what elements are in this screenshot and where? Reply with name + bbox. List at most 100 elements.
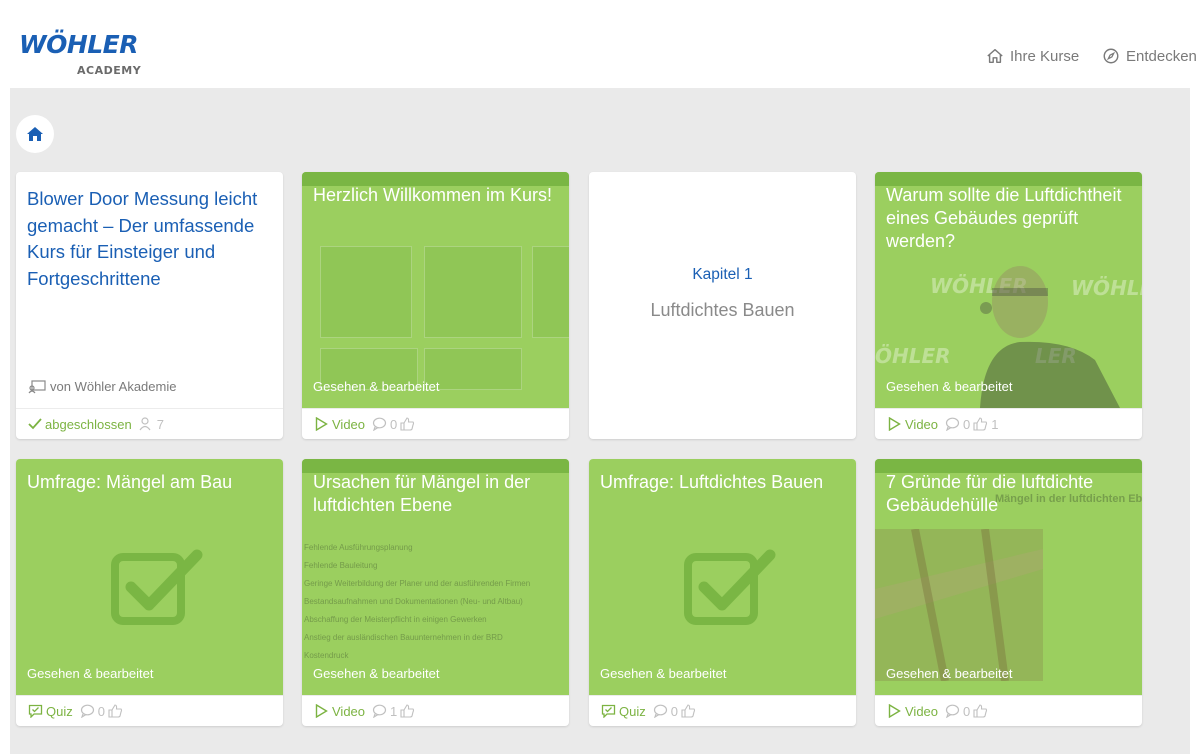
users-icon <box>139 417 154 431</box>
ghost-text: Abschaffung der Meisterpflicht in einige… <box>304 615 487 624</box>
comment-count: 0 <box>97 703 105 719</box>
course-intro-footer: abgeschlossen 7 <box>16 408 283 439</box>
quiz-icon <box>601 704 616 718</box>
chapter-card[interactable]: Kapitel 1 Luftdichtes Bauen <box>589 172 856 439</box>
comment-count: 1 <box>390 703 398 719</box>
course-content: Blower Door Messung leicht gemacht – Der… <box>10 88 1190 754</box>
comment-icon[interactable] <box>945 417 960 431</box>
lesson-card-welcome[interactable]: Herzlich Willkommen im Kurs! Gesehen & b… <box>302 172 569 439</box>
nav-discover[interactable]: Entdecken <box>1102 47 1197 65</box>
course-author: von Wöhler Akademie <box>28 379 176 394</box>
ghost-text: Fehlende Bauleitung <box>304 561 378 570</box>
ghost-text: Bestandsaufnahmen und Dokumentationen (N… <box>304 597 523 606</box>
lesson-footer: Video 0 1 <box>875 408 1142 439</box>
lesson-thumbnail: WÖHLER WÖHLER ÖHLER LER Warum sollte die… <box>875 172 1142 408</box>
nav-courses[interactable]: Ihre Kurse <box>986 47 1079 65</box>
like-count: 1 <box>991 416 999 432</box>
lesson-card-causes[interactable]: Fehlende Ausführungsplanung Fehlende Bau… <box>302 459 569 726</box>
lesson-footer: Video 0 <box>302 408 569 439</box>
lesson-thumbnail: Herzlich Willkommen im Kurs! Gesehen & b… <box>302 172 569 408</box>
lesson-title: Ursachen für Mängel in der luftdichten E… <box>313 472 531 515</box>
thumbs-up-icon[interactable] <box>973 704 988 718</box>
large-check-icon <box>684 549 776 625</box>
check-icon <box>28 418 42 430</box>
watermark-text: ÖHLER <box>875 344 951 368</box>
seen-label: Gesehen & bearbeitet <box>313 379 440 394</box>
lesson-type: Video <box>905 703 939 719</box>
lesson-type: Quiz <box>46 703 73 719</box>
thumbs-up-icon[interactable] <box>400 417 415 431</box>
quiz-card-airtight-building[interactable]: Umfrage: Luftdichtes Bauen Gesehen & bea… <box>589 459 856 726</box>
comment-count: 0 <box>670 703 678 719</box>
lesson-footer: Video 1 <box>302 695 569 726</box>
lesson-type: Video <box>332 703 366 719</box>
chapter-name: Luftdichtes Bauen <box>650 300 795 320</box>
large-check-icon <box>111 549 203 625</box>
lesson-card-seven-reasons[interactable]: Mängel in der luftdichten Ebene- Ursache… <box>875 459 1142 726</box>
seen-label: Gesehen & bearbeitet <box>886 666 1013 681</box>
lesson-footer: Quiz 0 <box>589 695 856 726</box>
quiz-icon <box>28 704 43 718</box>
chapter-label: Kapitel 1 <box>692 266 753 283</box>
brand-sub: ACADEMY <box>77 64 142 77</box>
lesson-thumbnail: Umfrage: Mängel am Bau Gesehen & bearbei… <box>16 459 283 695</box>
nav-discover-label: Entdecken <box>1126 47 1197 65</box>
completed-status: abgeschlossen <box>45 416 132 432</box>
roof-photo <box>875 529 1043 681</box>
comment-icon[interactable] <box>945 704 960 718</box>
seen-label: Gesehen & bearbeitet <box>886 379 1013 394</box>
compass-icon <box>1103 48 1119 64</box>
lesson-footer: Quiz 0 <box>16 695 283 726</box>
lesson-type: Video <box>332 416 366 432</box>
lesson-type: Video <box>905 416 939 432</box>
thumbs-up-icon[interactable] <box>973 417 988 431</box>
thumbs-up-icon[interactable] <box>400 704 415 718</box>
thumbs-up-icon[interactable] <box>108 704 123 718</box>
quiz-card-defects[interactable]: Umfrage: Mängel am Bau Gesehen & bearbei… <box>16 459 283 726</box>
comment-icon[interactable] <box>653 704 668 718</box>
home-icon <box>27 127 43 141</box>
comment-count: 0 <box>390 416 398 432</box>
course-intro-body: Blower Door Messung leicht gemacht – Der… <box>16 172 283 408</box>
teacher-icon <box>28 379 46 393</box>
thumbnail-ghost <box>532 246 569 338</box>
header: WÖHLER ACADEMY Ihre Kurse Entdecken <box>0 0 1200 88</box>
lesson-thumbnail: Fehlende Ausführungsplanung Fehlende Bau… <box>302 459 569 695</box>
play-icon <box>314 417 329 431</box>
course-title: Blower Door Messung leicht gemacht – Der… <box>27 188 258 289</box>
seen-label: Gesehen & bearbeitet <box>27 666 154 681</box>
play-icon <box>314 704 329 718</box>
ghost-text: Kostendruck <box>304 651 349 660</box>
thumbnail-ghost <box>320 246 412 338</box>
lesson-footer: Video 0 <box>875 695 1142 726</box>
lesson-title: Umfrage: Luftdichtes Bauen <box>600 472 824 492</box>
lesson-title: Umfrage: Mängel am Bau <box>27 472 233 492</box>
lesson-type: Quiz <box>619 703 646 719</box>
comment-count: 0 <box>963 703 971 719</box>
ghost-text: Fehlende Ausführungsplanung <box>304 543 413 552</box>
ghost-text: Geringe Weiterbildung der Planer und der… <box>304 579 531 588</box>
home-outline-icon <box>987 48 1003 64</box>
lesson-title: Warum sollte die Luftdichtheit eines Geb… <box>886 185 1122 251</box>
participants-count: 7 <box>156 416 164 432</box>
nav-courses-label: Ihre Kurse <box>1010 47 1080 65</box>
course-author-label: von Wöhler Akademie <box>50 379 177 394</box>
seen-label: Gesehen & bearbeitet <box>600 666 727 681</box>
play-icon <box>887 704 902 718</box>
comment-icon[interactable] <box>372 704 387 718</box>
brand-logo[interactable]: WÖHLER <box>19 30 139 59</box>
comment-icon[interactable] <box>80 704 95 718</box>
lesson-card-airtightness[interactable]: WÖHLER WÖHLER ÖHLER LER Warum sollte die… <box>875 172 1142 439</box>
comment-icon[interactable] <box>372 417 387 431</box>
play-icon <box>887 417 902 431</box>
lesson-title: Herzlich Willkommen im Kurs! <box>313 185 553 205</box>
thumbnail-ghost <box>424 246 522 338</box>
thumbs-up-icon[interactable] <box>681 704 696 718</box>
lesson-title: 7 Gründe für die luftdichte Gebäudehülle <box>886 472 1094 515</box>
lesson-thumbnail: Mängel in der luftdichten Ebene- Ursache… <box>875 459 1142 695</box>
comment-count: 0 <box>963 416 971 432</box>
course-intro-card[interactable]: Blower Door Messung leicht gemacht – Der… <box>16 172 283 439</box>
lesson-thumbnail: Umfrage: Luftdichtes Bauen Gesehen & bea… <box>589 459 856 695</box>
home-button[interactable] <box>16 115 54 153</box>
seen-label: Gesehen & bearbeitet <box>313 666 440 681</box>
